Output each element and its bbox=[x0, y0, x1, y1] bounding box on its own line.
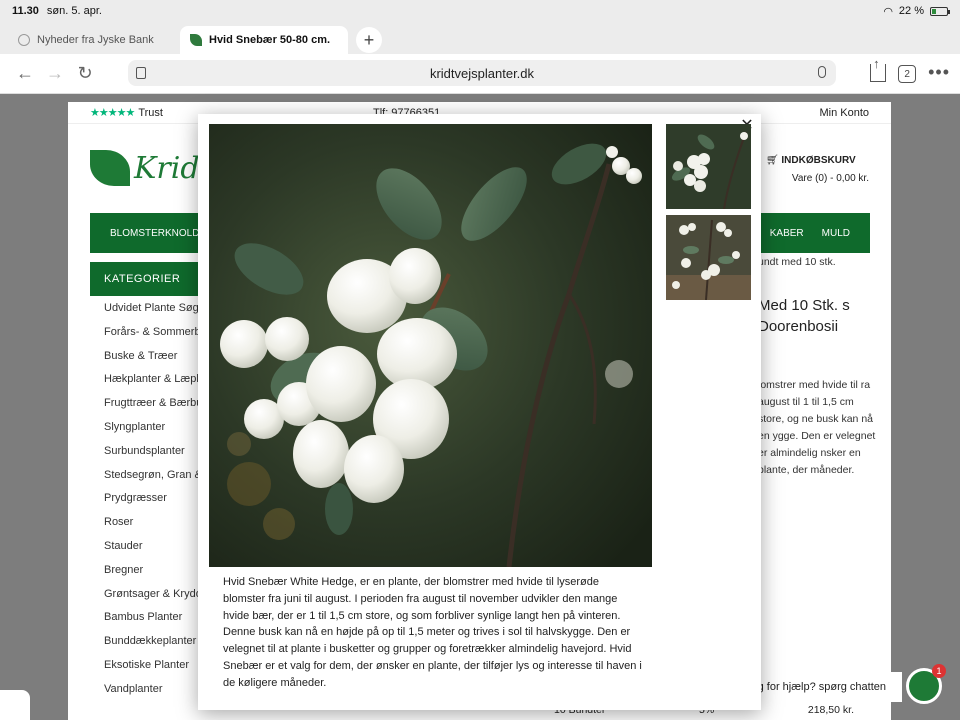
trustpilot-stars-icon: ★★★★★ bbox=[90, 107, 135, 119]
trustpilot-label: Trust bbox=[138, 106, 163, 119]
forward-button[interactable]: → bbox=[40, 59, 70, 89]
leaf-icon bbox=[190, 34, 202, 46]
product-info-background: undt med 10 stk. Med 10 Stk. s Doorenbos… bbox=[758, 254, 878, 479]
share-icon[interactable] bbox=[870, 56, 887, 82]
cart-icon: 🛒︎ bbox=[765, 155, 779, 166]
cart[interactable]: 🛒︎ INDKØBSKURV Vare (0) - 0,00 kr. bbox=[766, 152, 869, 188]
thumbnail-2[interactable] bbox=[666, 215, 751, 300]
plus-icon: + bbox=[363, 29, 375, 50]
reader-icon[interactable] bbox=[136, 67, 146, 79]
logo-leaf-icon bbox=[90, 150, 130, 186]
thumbnail-2-image bbox=[666, 215, 751, 300]
url-text: kridtvejsplanter.dk bbox=[429, 65, 535, 81]
tab-jyske-bank[interactable]: Nyheder fra Jyske Bank bbox=[8, 26, 176, 54]
battery-percent: 22 % bbox=[898, 5, 924, 17]
status-date: søn. 5. apr. bbox=[46, 5, 102, 17]
cart-title: INDKØBSKURV bbox=[781, 155, 856, 166]
navigation-bar: ← → ↻ kridtvejsplanter.dk 2 ••• bbox=[0, 54, 960, 94]
tab-bar: Nyheder fra Jyske Bank Hvid Snebær 50-80… bbox=[0, 22, 960, 54]
battery-icon bbox=[930, 6, 950, 16]
menu-item-kaber[interactable]: KABER bbox=[770, 228, 804, 239]
account-link[interactable]: Min Konto bbox=[819, 107, 869, 119]
product-snippet: undt med 10 stk. bbox=[758, 256, 836, 268]
arrow-right-icon: → bbox=[46, 63, 64, 83]
tab-label: Hvid Snebær 50-80 cm. bbox=[209, 34, 331, 46]
corner-badge-icon[interactable] bbox=[0, 690, 30, 720]
site-logo[interactable]: Kridt bbox=[90, 150, 212, 186]
battery-fill bbox=[932, 8, 936, 14]
product-image-modal: ✕ bbox=[198, 114, 761, 710]
reload-icon: ↻ bbox=[77, 63, 93, 83]
snowberry-photo bbox=[209, 124, 652, 567]
price-value: 218,50 kr. bbox=[807, 704, 854, 716]
globe-icon bbox=[18, 34, 30, 46]
chat-help-button[interactable]: g for hjælp? spørg chatten bbox=[741, 672, 902, 702]
menu-item-blomsterknolde[interactable]: BLOMSTERKNOLDE bbox=[110, 228, 206, 239]
back-button[interactable]: ← bbox=[10, 59, 40, 89]
tab-overview-button[interactable]: 2 bbox=[898, 65, 917, 83]
new-tab-button[interactable]: + bbox=[356, 27, 382, 53]
menu-item-muld[interactable]: MULD bbox=[822, 228, 850, 239]
thumbnail-1[interactable] bbox=[666, 124, 751, 209]
main-product-image bbox=[209, 124, 652, 567]
tab-hvid-snebaer[interactable]: Hvid Snebær 50-80 cm. bbox=[180, 26, 348, 54]
address-bar[interactable]: kridtvejsplanter.dk bbox=[128, 60, 836, 86]
arrow-left-icon: ← bbox=[16, 63, 34, 83]
product-heading: Med 10 Stk. s Doorenbosii bbox=[758, 297, 850, 335]
thumbnail-1-image bbox=[666, 124, 751, 209]
wifi-icon: ◠ bbox=[883, 5, 893, 18]
product-description: Hvid Snebær White Hedge, er en plante, d… bbox=[223, 576, 642, 689]
more-icon[interactable]: ••• bbox=[928, 62, 950, 83]
product-text: lomstrer med hvide til ra august til 1 t… bbox=[758, 379, 876, 476]
microphone-icon[interactable] bbox=[818, 66, 826, 78]
chat-badge: 1 bbox=[932, 664, 946, 678]
status-bar: 11.30 søn. 5. apr. ◠ 22 % bbox=[0, 0, 960, 22]
cart-summary: Vare (0) - 0,00 kr. bbox=[791, 173, 869, 184]
tab-label: Nyheder fra Jyske Bank bbox=[37, 34, 154, 46]
reload-button[interactable]: ↻ bbox=[70, 59, 100, 89]
status-time: 11.30 bbox=[12, 5, 39, 17]
